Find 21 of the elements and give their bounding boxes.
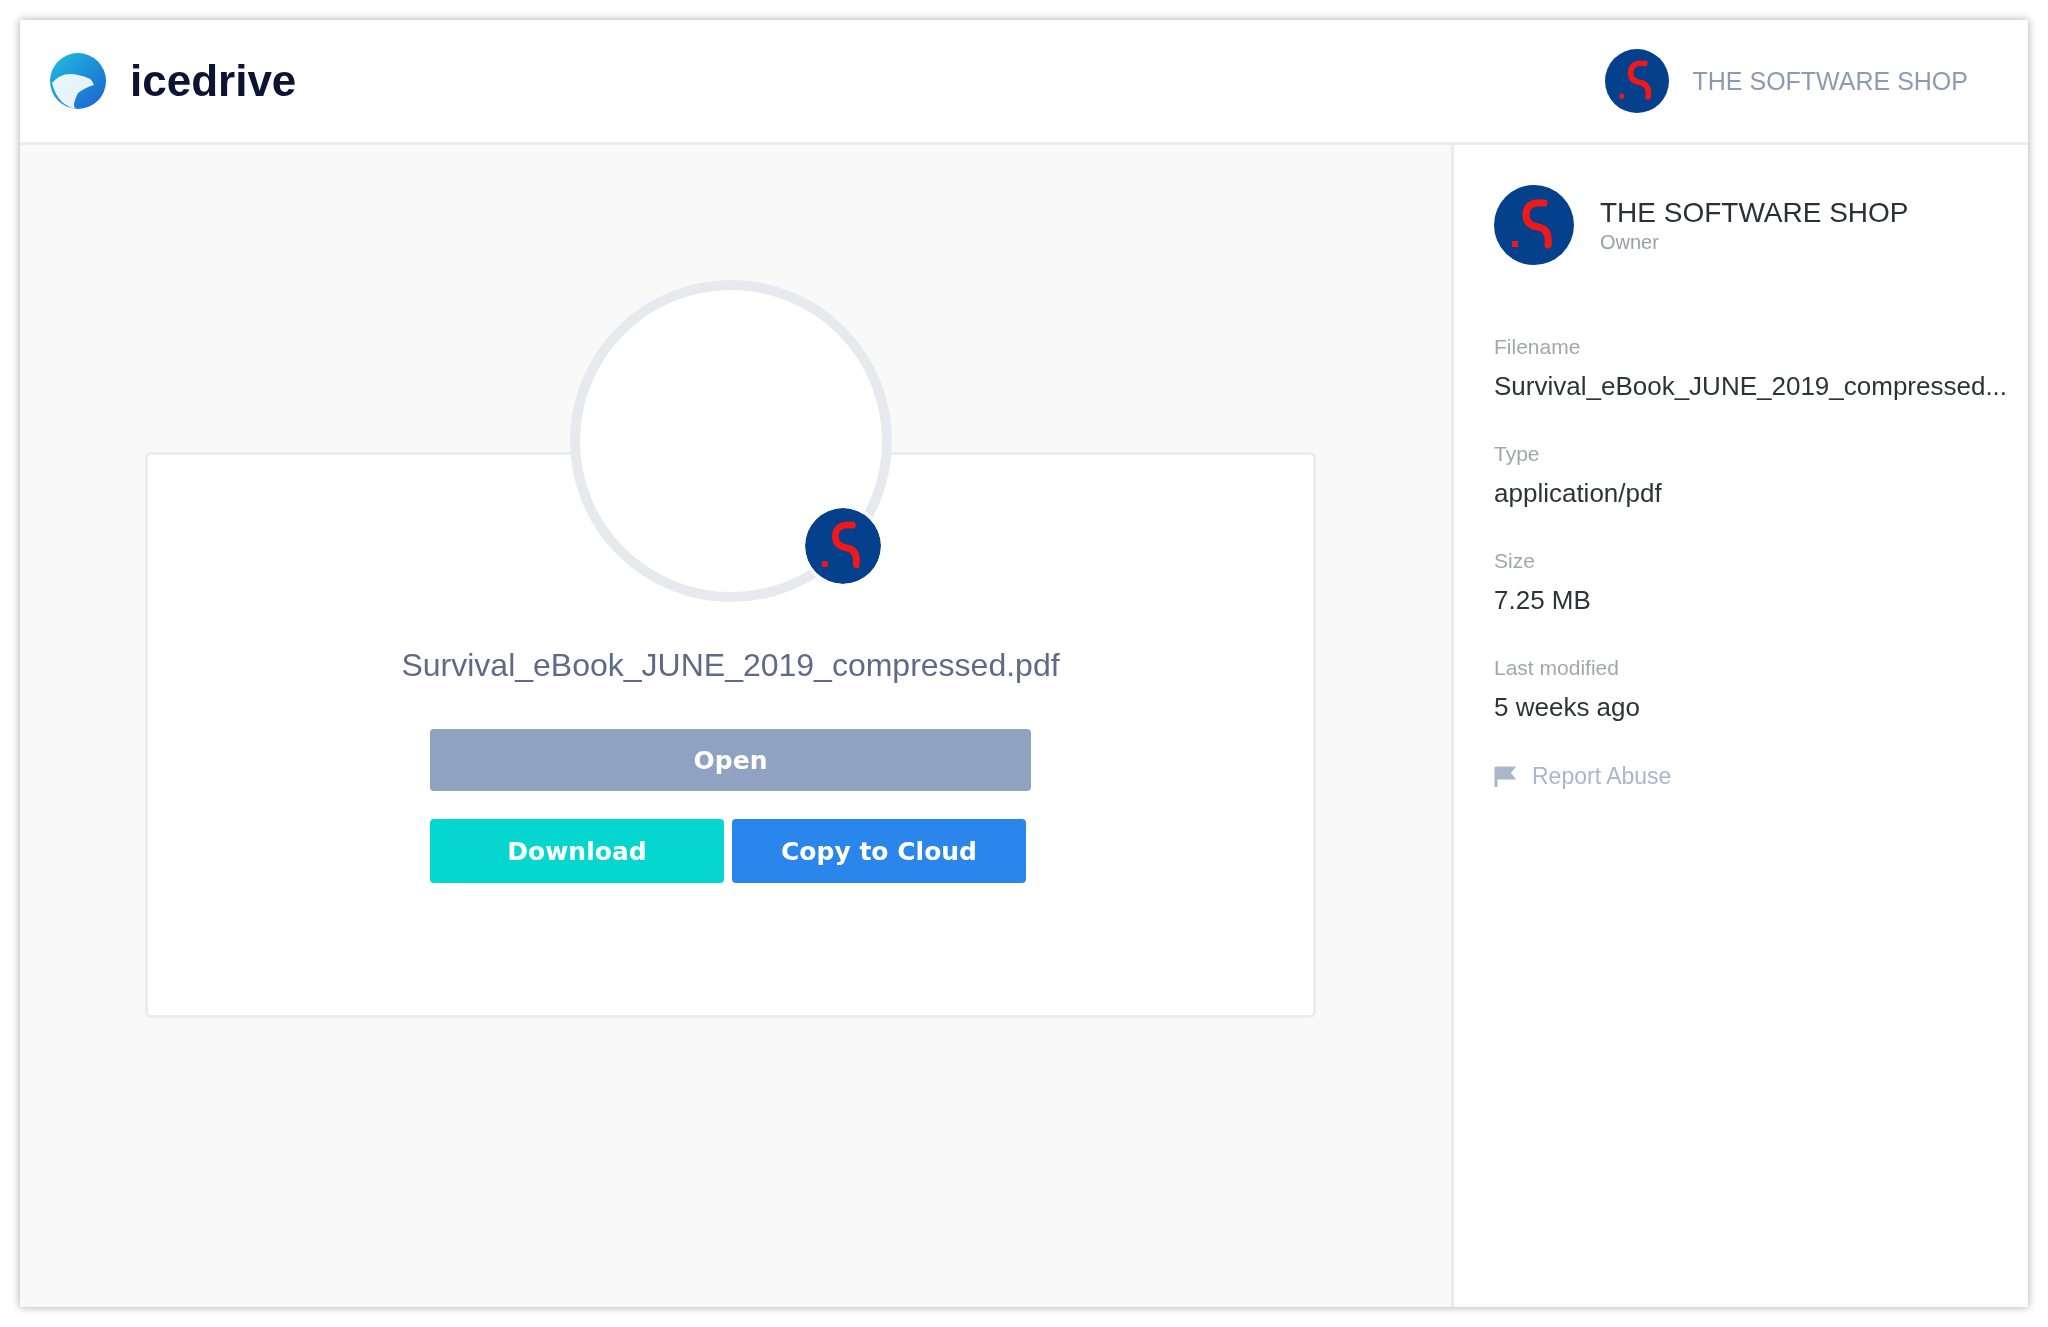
copy-button[interactable]: Copy to Cloud	[732, 819, 1026, 883]
account-name[interactable]: THE SOFTWARE SHOP	[1692, 66, 1968, 96]
detail-label: Last modified	[1494, 656, 1620, 680]
owner-role: Owner	[1600, 230, 1660, 254]
detail-label: Filename	[1494, 335, 1582, 359]
file-name: Survival_eBook_JUNE_2019_compressed.pdf	[401, 647, 1060, 684]
detail-value: 5 weeks ago	[1494, 692, 1641, 723]
flag-icon	[1494, 765, 1516, 788]
detail-label: Size	[1494, 549, 1536, 573]
detail-value: application/pdf	[1494, 478, 1663, 509]
bird-logo-icon	[48, 51, 108, 111]
detail-value: Survival_eBook_JUNE_2019_compressed...	[1494, 371, 2008, 402]
detail-value: 7.25 MB	[1494, 585, 1592, 616]
logo-wordmark[interactable]: icedrive	[130, 56, 297, 106]
avatar-icon	[1494, 185, 1574, 265]
report-abuse-link[interactable]: Report Abuse	[1494, 763, 2008, 790]
download-button[interactable]: Download	[430, 819, 724, 883]
open-button[interactable]: Open	[430, 729, 1031, 791]
owner-name: THE SOFTWARE SHOP	[1600, 196, 1909, 229]
detail-label: Type	[1494, 442, 1541, 466]
avatar-icon[interactable]	[1604, 49, 1669, 113]
